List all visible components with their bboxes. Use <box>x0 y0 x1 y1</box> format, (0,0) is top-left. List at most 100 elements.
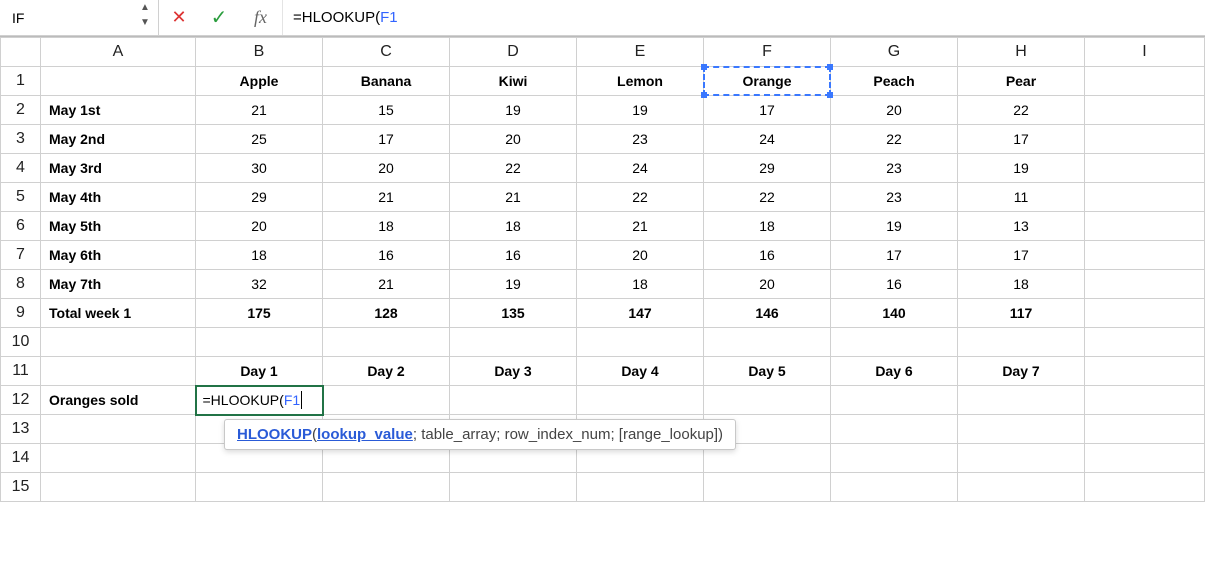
cell-C11[interactable]: Day 2 <box>323 357 450 386</box>
cell-H4[interactable]: 19 <box>958 154 1085 183</box>
cell-G8[interactable]: 16 <box>831 270 958 299</box>
col-header-A[interactable]: A <box>41 38 196 67</box>
cell-A13[interactable] <box>41 415 196 444</box>
cell-H3[interactable]: 17 <box>958 125 1085 154</box>
cell-G6[interactable]: 19 <box>831 212 958 241</box>
cell-F5[interactable]: 22 <box>704 183 831 212</box>
cell-H13[interactable] <box>958 415 1085 444</box>
cell-D9[interactable]: 135 <box>450 299 577 328</box>
row-header-13[interactable]: 13 <box>1 415 41 444</box>
cell-A6[interactable]: May 5th <box>41 212 196 241</box>
cell-C12[interactable] <box>323 386 450 415</box>
cell-G3[interactable]: 22 <box>831 125 958 154</box>
cell-A15[interactable] <box>41 473 196 502</box>
fx-label[interactable]: fx <box>239 0 283 35</box>
row-header-9[interactable]: 9 <box>1 299 41 328</box>
row-header-12[interactable]: 12 <box>1 386 41 415</box>
cell-H9[interactable]: 117 <box>958 299 1085 328</box>
cell-I10[interactable] <box>1085 328 1205 357</box>
select-all-corner[interactable] <box>1 38 41 67</box>
cell-E5[interactable]: 22 <box>577 183 704 212</box>
cell-B6[interactable]: 20 <box>196 212 323 241</box>
cell-D10[interactable] <box>450 328 577 357</box>
cell-F11[interactable]: Day 5 <box>704 357 831 386</box>
tooltip-current-arg[interactable]: lookup_value <box>317 426 413 443</box>
cell-E9[interactable]: 147 <box>577 299 704 328</box>
cell-F1[interactable]: Orange <box>704 67 831 96</box>
col-header-E[interactable]: E <box>577 38 704 67</box>
cell-G9[interactable]: 140 <box>831 299 958 328</box>
cell-B2[interactable]: 21 <box>196 96 323 125</box>
cell-H8[interactable]: 18 <box>958 270 1085 299</box>
cell-I3[interactable] <box>1085 125 1205 154</box>
row-header-6[interactable]: 6 <box>1 212 41 241</box>
row-header-11[interactable]: 11 <box>1 357 41 386</box>
cell-B12[interactable]: =HLOOKUP(F1 <box>196 386 323 415</box>
cell-D7[interactable]: 16 <box>450 241 577 270</box>
cell-E4[interactable]: 24 <box>577 154 704 183</box>
cell-B7[interactable]: 18 <box>196 241 323 270</box>
cell-B8[interactable]: 32 <box>196 270 323 299</box>
cell-A2[interactable]: May 1st <box>41 96 196 125</box>
cell-I9[interactable] <box>1085 299 1205 328</box>
cancel-button[interactable]: ✕ <box>159 0 199 35</box>
col-header-I[interactable]: I <box>1085 38 1205 67</box>
cell-A3[interactable]: May 2nd <box>41 125 196 154</box>
cell-B5[interactable]: 29 <box>196 183 323 212</box>
col-header-G[interactable]: G <box>831 38 958 67</box>
row-header-7[interactable]: 7 <box>1 241 41 270</box>
cell-E10[interactable] <box>577 328 704 357</box>
cell-G12[interactable] <box>831 386 958 415</box>
cell-A1[interactable] <box>41 67 196 96</box>
cell-G4[interactable]: 23 <box>831 154 958 183</box>
cell-E3[interactable]: 23 <box>577 125 704 154</box>
row-header-3[interactable]: 3 <box>1 125 41 154</box>
cell-H15[interactable] <box>958 473 1085 502</box>
cell-C3[interactable]: 17 <box>323 125 450 154</box>
cell-G2[interactable]: 20 <box>831 96 958 125</box>
cell-C1[interactable]: Banana <box>323 67 450 96</box>
cell-E7[interactable]: 20 <box>577 241 704 270</box>
cell-H5[interactable]: 11 <box>958 183 1085 212</box>
row-header-14[interactable]: 14 <box>1 444 41 473</box>
cell-D11[interactable]: Day 3 <box>450 357 577 386</box>
cell-F3[interactable]: 24 <box>704 125 831 154</box>
cell-I14[interactable] <box>1085 444 1205 473</box>
cell-E11[interactable]: Day 4 <box>577 357 704 386</box>
cell-C4[interactable]: 20 <box>323 154 450 183</box>
col-header-C[interactable]: C <box>323 38 450 67</box>
cell-H12[interactable] <box>958 386 1085 415</box>
cell-D3[interactable]: 20 <box>450 125 577 154</box>
cell-H14[interactable] <box>958 444 1085 473</box>
cell-H7[interactable]: 17 <box>958 241 1085 270</box>
cell-D12[interactable] <box>450 386 577 415</box>
formula-input[interactable]: =HLOOKUP(F1 <box>283 9 1201 26</box>
row-header-8[interactable]: 8 <box>1 270 41 299</box>
cell-D5[interactable]: 21 <box>450 183 577 212</box>
col-header-F[interactable]: F <box>704 38 831 67</box>
cell-C7[interactable]: 16 <box>323 241 450 270</box>
cell-I2[interactable] <box>1085 96 1205 125</box>
cell-E15[interactable] <box>577 473 704 502</box>
cell-C8[interactable]: 21 <box>323 270 450 299</box>
cell-D4[interactable]: 22 <box>450 154 577 183</box>
cell-E2[interactable]: 19 <box>577 96 704 125</box>
stepper-down-icon[interactable]: ▼ <box>140 18 150 33</box>
row-header-5[interactable]: 5 <box>1 183 41 212</box>
cell-B4[interactable]: 30 <box>196 154 323 183</box>
tooltip-fn-name[interactable]: HLOOKUP <box>237 426 312 443</box>
row-header-2[interactable]: 2 <box>1 96 41 125</box>
cell-C6[interactable]: 18 <box>323 212 450 241</box>
cell-G14[interactable] <box>831 444 958 473</box>
row-header-10[interactable]: 10 <box>1 328 41 357</box>
cell-F2[interactable]: 17 <box>704 96 831 125</box>
cell-A10[interactable] <box>41 328 196 357</box>
cell-B15[interactable] <box>196 473 323 502</box>
cell-E8[interactable]: 18 <box>577 270 704 299</box>
cell-C9[interactable]: 128 <box>323 299 450 328</box>
cell-F9[interactable]: 146 <box>704 299 831 328</box>
cell-E12[interactable] <box>577 386 704 415</box>
cell-I7[interactable] <box>1085 241 1205 270</box>
col-header-B[interactable]: B <box>196 38 323 67</box>
name-box-stepper[interactable]: ▲ ▼ <box>136 3 154 33</box>
